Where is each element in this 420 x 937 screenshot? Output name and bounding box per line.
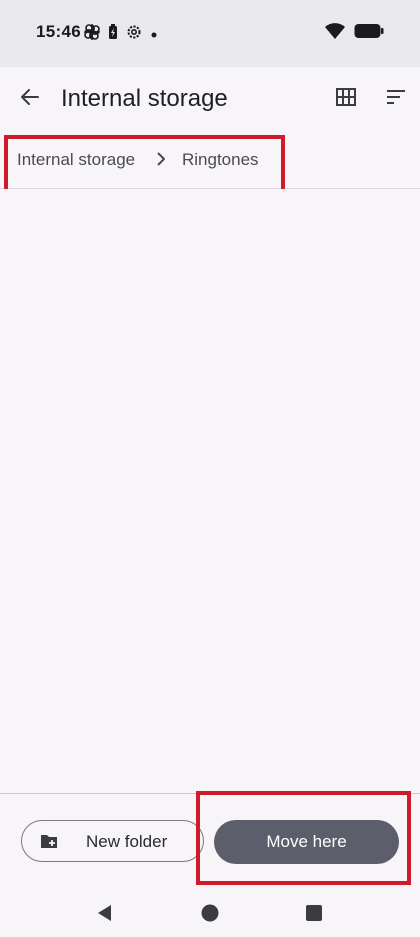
- nav-recents-icon[interactable]: [306, 905, 322, 921]
- page-title: Internal storage: [61, 85, 228, 112]
- arrow-back-icon: [20, 87, 40, 112]
- new-folder-label: New folder: [86, 832, 168, 851]
- breadcrumb: Internal storage Ringtones: [0, 133, 420, 189]
- pinwheel-icon: [83, 23, 101, 45]
- chevron-right-icon: [153, 151, 169, 167]
- wifi-icon: [324, 22, 346, 45]
- app-bar: Internal storage: [0, 67, 420, 133]
- status-bar: 15:46: [0, 0, 420, 67]
- battery-icon: [354, 23, 384, 44]
- action-bar: New folder Move here: [0, 793, 420, 888]
- sort-icon: [386, 89, 406, 110]
- move-here-button[interactable]: Move here: [214, 820, 399, 864]
- new-folder-button[interactable]: New folder: [21, 820, 204, 862]
- status-time: 15:46: [36, 22, 81, 41]
- status-icons-left: [83, 23, 158, 45]
- grid-view-icon: [336, 87, 356, 111]
- back-button[interactable]: [10, 79, 50, 119]
- file-list-area: [0, 189, 420, 793]
- grid-view-button[interactable]: [326, 79, 366, 119]
- screen: 15:46 Internal storage Internal storage …: [0, 0, 420, 937]
- breadcrumb-item-internal-storage[interactable]: Internal storage: [17, 150, 135, 170]
- notification-dot-icon: [150, 26, 158, 44]
- nav-back-icon[interactable]: [96, 904, 114, 922]
- battery-saver-icon: [108, 24, 118, 45]
- settings-icon: [126, 24, 142, 45]
- system-nav-bar: [0, 887, 420, 937]
- breadcrumb-item-ringtones[interactable]: Ringtones: [182, 150, 259, 170]
- status-icons-right: [324, 22, 384, 45]
- create-folder-icon: [40, 832, 58, 850]
- nav-home-icon[interactable]: [201, 904, 219, 922]
- sort-button[interactable]: [376, 79, 416, 119]
- move-here-label: Move here: [266, 832, 347, 851]
